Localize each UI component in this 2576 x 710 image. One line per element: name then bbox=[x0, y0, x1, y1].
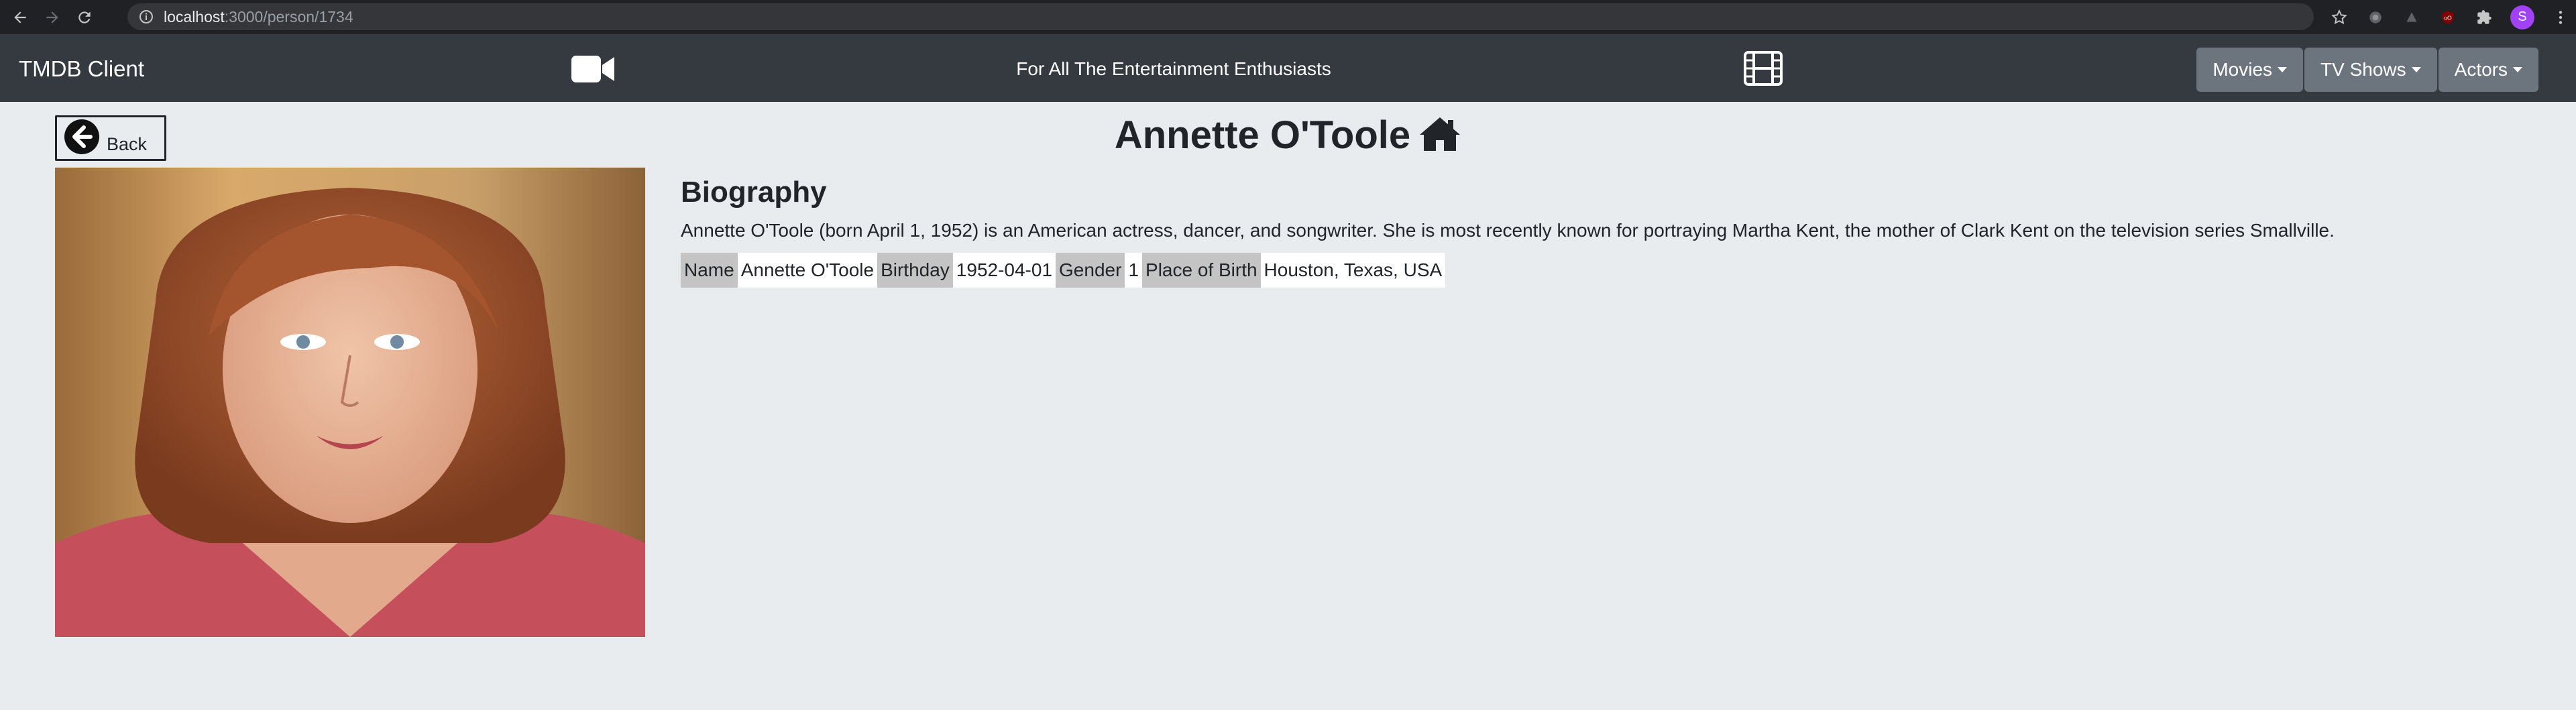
movies-dropdown[interactable]: Movies bbox=[2196, 48, 2304, 92]
film-icon bbox=[1744, 51, 1783, 86]
reload-icon bbox=[78, 11, 91, 23]
tv-shows-dropdown[interactable]: TV Shows bbox=[2304, 48, 2437, 92]
extensions-menu-button[interactable] bbox=[2474, 7, 2494, 27]
browser-reload-button[interactable] bbox=[71, 4, 98, 31]
browser-forward-button[interactable] bbox=[39, 4, 66, 31]
star-icon bbox=[2331, 9, 2347, 24]
person-photo bbox=[55, 168, 645, 637]
fact-label-birthday: Birthday bbox=[877, 253, 953, 288]
biography-text: Annette O'Toole (born April 1, 1952) is … bbox=[681, 220, 2335, 241]
navbar-tagline: For All The Entertainment Enthusiasts bbox=[1016, 58, 1331, 79]
actors-dropdown[interactable]: Actors bbox=[2438, 48, 2538, 92]
svg-text:uO: uO bbox=[2444, 14, 2452, 21]
brand-link[interactable]: TMDB Client bbox=[19, 56, 144, 82]
video-camera-icon bbox=[571, 56, 614, 82]
extension-icon bbox=[2406, 11, 2417, 21]
url-host: localhost bbox=[164, 7, 225, 25]
extension-button-1[interactable] bbox=[2365, 7, 2386, 27]
arrow-left-icon bbox=[14, 11, 26, 23]
fact-value-name: Annette O'Toole bbox=[737, 253, 878, 288]
puzzle-icon bbox=[2477, 9, 2491, 24]
fact-label-name: Name bbox=[681, 253, 738, 288]
page-title: Annette O'Toole bbox=[0, 113, 2576, 158]
movies-dropdown-label: Movies bbox=[2213, 59, 2273, 80]
url-path: :3000/person/1734 bbox=[224, 7, 353, 25]
app-navbar: TMDB Client For All The Entertainment En… bbox=[0, 34, 2576, 102]
profile-avatar[interactable]: S bbox=[2510, 5, 2534, 29]
home-icon[interactable] bbox=[1418, 115, 1461, 152]
back-button-label: Back bbox=[107, 134, 148, 154]
arrow-right-icon bbox=[46, 11, 58, 23]
arrow-left-circle-icon bbox=[64, 119, 99, 154]
browser-menu-button[interactable] bbox=[2551, 7, 2571, 27]
extension-icon bbox=[2369, 11, 2382, 23]
kebab-menu-icon bbox=[2559, 10, 2563, 24]
tv-shows-dropdown-label: TV Shows bbox=[2320, 59, 2406, 80]
back-button[interactable]: Back bbox=[55, 115, 166, 161]
caret-down-icon bbox=[2513, 67, 2522, 72]
fact-value-place-of-birth: Houston, Texas, USA bbox=[1260, 253, 1446, 288]
actors-dropdown-label: Actors bbox=[2454, 59, 2508, 80]
url-text: localhost:3000/person/1734 bbox=[164, 8, 353, 26]
fact-value-birthday: 1952-04-01 bbox=[952, 253, 1056, 288]
ublock-icon: uO bbox=[2442, 10, 2454, 24]
fact-label-gender: Gender bbox=[1056, 253, 1125, 288]
extension-button-2[interactable] bbox=[2402, 7, 2422, 27]
info-icon bbox=[139, 10, 153, 23]
biography-heading: Biography bbox=[681, 176, 827, 209]
portrait-image bbox=[55, 168, 645, 637]
fact-label-place-of-birth: Place of Birth bbox=[1142, 253, 1261, 288]
browser-toolbar: localhost:3000/person/1734 uO S bbox=[0, 0, 2576, 34]
address-bar[interactable]: localhost:3000/person/1734 bbox=[127, 3, 2314, 30]
caret-down-icon bbox=[2411, 67, 2421, 72]
fact-value-gender: 1 bbox=[1125, 253, 1143, 288]
profile-initial: S bbox=[2518, 9, 2527, 24]
person-name-title: Annette O'Toole bbox=[1114, 113, 1411, 157]
ublock-button[interactable]: uO bbox=[2438, 7, 2458, 27]
person-facts: Name Annette O'Toole Birthday 1952-04-01… bbox=[681, 253, 1446, 288]
browser-back-button[interactable] bbox=[7, 4, 34, 31]
bookmark-star-button[interactable] bbox=[2329, 7, 2349, 27]
caret-down-icon bbox=[2278, 67, 2288, 72]
